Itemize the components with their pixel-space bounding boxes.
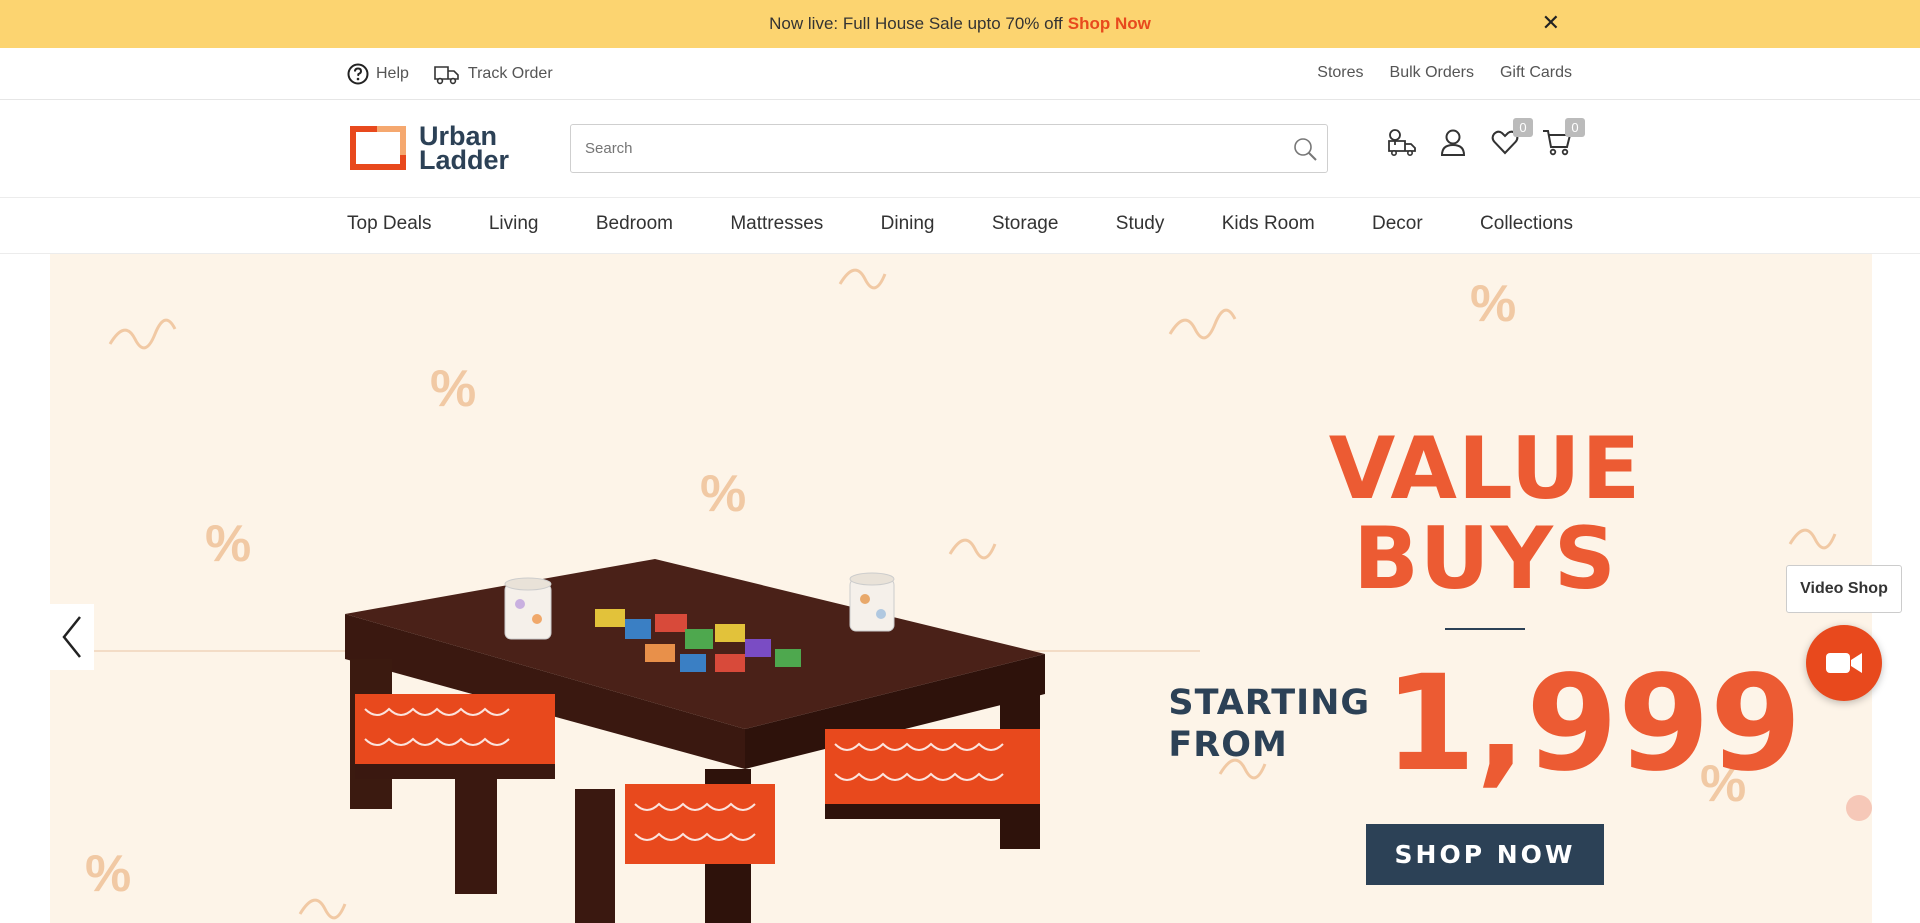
delivery-button[interactable] [1385,126,1417,158]
nav-item-living[interactable]: Living [489,213,539,235]
video-camera-icon [1826,653,1862,673]
nav-item-top-deals[interactable]: Top Deals [347,213,432,235]
starting-from-label: STARTING FROM [1168,682,1370,766]
search-icon [1294,137,1317,161]
search-button[interactable] [1283,136,1327,162]
nav-item-bedroom[interactable]: Bedroom [596,213,673,235]
help-icon [347,63,369,85]
close-icon[interactable]: ✕ [1542,10,1560,36]
search-input[interactable] [571,125,1283,172]
shop-now-link[interactable]: Shop Now [1068,14,1151,34]
starting-line2: FROM [1168,725,1288,765]
wishlist-button[interactable]: 0 [1489,118,1533,158]
nav-item-kids-room[interactable]: Kids Room [1222,213,1315,235]
wishlist-count-badge: 0 [1513,118,1533,137]
account-button[interactable] [1437,126,1469,158]
nav-item-dining[interactable]: Dining [881,213,935,235]
header-actions: 0 0 [1385,118,1585,158]
search-bar [570,124,1328,173]
chevron-left-icon [62,616,81,658]
shop-now-button[interactable]: SHOP NOW [1366,824,1604,885]
utility-bar: Help Track Order Stores Bulk Orders Gift… [0,48,1920,100]
nav-item-storage[interactable]: Storage [992,213,1059,235]
logo[interactable]: Urban Ladder [347,123,510,175]
nav-item-decor[interactable]: Decor [1372,213,1423,235]
announcement-text: Now live: Full House Sale upto 70% off [769,14,1063,33]
nav-item-mattresses[interactable]: Mattresses [730,213,823,235]
main-header: Urban Ladder Search 0 0 [0,100,1920,198]
help-label: Help [376,65,409,82]
promo-block: VALUE BUYS STARTING FROM 1,999 SHOP NOW [1168,419,1802,885]
chat-widget-icon[interactable] [1846,795,1872,821]
carousel-prev-button[interactable] [50,604,94,670]
bulk-orders-link[interactable]: Bulk Orders [1390,64,1474,82]
video-shop-tooltip: Video Shop [1786,565,1902,613]
hero-banner[interactable]: % % % % % % VALUE BUYS STARTING FROM 1,9… [50,254,1872,923]
nav-item-study[interactable]: Study [1116,213,1165,235]
announcement-bar: Now live: Full House Sale upto 70% off S… [0,0,1920,48]
help-link[interactable]: Help [347,62,409,86]
user-icon [1440,129,1466,156]
track-order-link[interactable]: Track Order [433,62,553,86]
promo-title: VALUE BUYS [1328,419,1642,609]
stores-link[interactable]: Stores [1317,64,1363,82]
logo-text: Urban Ladder [419,123,510,175]
video-shop-button[interactable] [1806,625,1882,701]
delivery-icon [1388,129,1416,156]
coffee-table-image [345,559,1045,923]
gift-cards-link[interactable]: Gift Cards [1500,64,1572,82]
promo-price: 1,999 [1384,647,1802,801]
truck-icon [434,66,459,85]
cart-button[interactable]: 0 [1541,118,1585,158]
cart-count-badge: 0 [1565,118,1585,137]
logo-mark-icon [350,125,406,170]
nav-item-collections[interactable]: Collections [1480,213,1573,235]
track-order-label: Track Order [467,65,553,82]
logo-line2: Ladder [419,145,510,175]
starting-line1: STARTING [1168,683,1371,723]
category-nav: Top Deals Living Bedroom Mattresses Dini… [0,198,1920,254]
promo-divider [1445,628,1525,630]
